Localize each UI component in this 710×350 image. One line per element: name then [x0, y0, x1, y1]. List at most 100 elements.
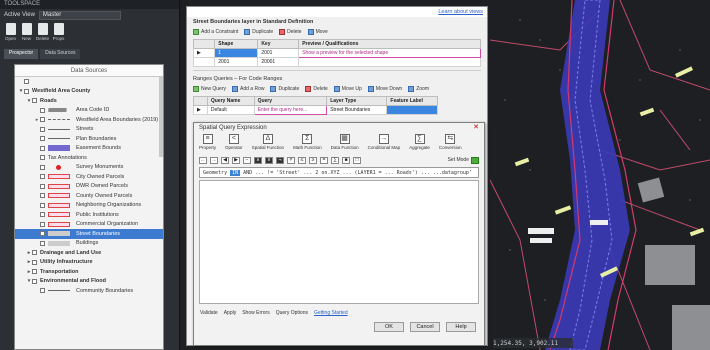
open-button[interactable]: Open — [4, 23, 17, 45]
operator-button[interactable]: ∑ — [331, 156, 339, 164]
tree-item[interactable]: ▾ Westfield Area County — [15, 87, 163, 97]
close-icon[interactable]: ✕ — [473, 124, 479, 131]
tree-item[interactable]: ▾ Environmental and Flood — [15, 277, 163, 287]
expression-input[interactable]: Geometry IN AND ... != 'Street' ... 2 on… — [199, 167, 479, 178]
visibility-checkbox[interactable] — [40, 155, 45, 161]
visibility-checkbox[interactable] — [24, 79, 29, 85]
tree-item[interactable]: County Owned Parcels — [15, 191, 163, 201]
visibility-checkbox[interactable] — [40, 145, 45, 151]
operator-button[interactable]: ∨ — [265, 156, 273, 164]
column-header[interactable]: Preview / Qualifications — [298, 39, 481, 49]
table-cell[interactable]: Enter the query here... — [253, 105, 328, 115]
table-row[interactable]: ▶ 1 2001 Show a preview for the selected sh… — [192, 48, 481, 58]
toolbar-button[interactable]: New Query — [193, 86, 226, 92]
prospector-scrollbar[interactable] — [159, 77, 163, 157]
query-options[interactable]: Query Options — [276, 310, 308, 316]
table-cell[interactable]: 2001 — [257, 48, 300, 58]
getting-started-link[interactable]: Getting Started — [314, 310, 348, 316]
table-cell[interactable]: 2001 — [214, 57, 259, 67]
help-link[interactable]: Learn about views — [438, 9, 483, 15]
toolbar-button[interactable]: Zoom — [408, 86, 429, 92]
conversion-tool[interactable]: ⇆ Conversion — [439, 134, 462, 154]
visibility-checkbox[interactable] — [32, 269, 37, 275]
tree-item[interactable]: Easement Bounds — [15, 144, 163, 154]
table-cell[interactable]: ▶ — [193, 105, 208, 115]
tree-item[interactable]: DWR Owned Parcels — [15, 182, 163, 192]
visibility-checkbox[interactable] — [40, 107, 45, 113]
toolbar-button[interactable]: Delete — [279, 29, 302, 35]
show-errors-option[interactable]: Show Errors — [242, 310, 270, 316]
tree-item[interactable]: Tax Annotations — [15, 153, 163, 163]
table-cell[interactable]: 20001 — [257, 57, 300, 67]
table-row[interactable]: 2001 20001 — [192, 57, 481, 67]
table-row[interactable]: ▶ Default Enter the query here... Street Bo… — [193, 105, 438, 115]
visibility-checkbox[interactable] — [40, 174, 45, 180]
tree-item[interactable] — [15, 77, 163, 87]
table-cell[interactable]: Default — [206, 105, 255, 115]
column-header[interactable]: Query Name — [206, 96, 255, 106]
properties-button[interactable]: Props — [52, 23, 65, 45]
tree-item[interactable]: Buildings — [15, 239, 163, 249]
operator-button[interactable]: ◀ — [221, 156, 229, 164]
visibility-checkbox[interactable] — [40, 221, 45, 227]
tree-item[interactable]: City Owned Parcels — [15, 172, 163, 182]
column-header[interactable] — [193, 96, 208, 106]
operator-button[interactable]: ← — [199, 156, 207, 164]
toolbar-button[interactable]: Add a Constraint — [193, 29, 238, 35]
operator-button[interactable]: ≠ — [287, 156, 295, 164]
visibility-checkbox[interactable] — [40, 136, 45, 142]
visibility-checkbox[interactable] — [40, 288, 45, 294]
new-button[interactable]: New — [20, 23, 33, 45]
tree-item[interactable]: Survey Monuments — [15, 163, 163, 173]
tree-item[interactable]: Public Institutions — [15, 210, 163, 220]
table-cell[interactable] — [298, 57, 481, 67]
visibility-checkbox[interactable] — [40, 164, 45, 170]
visibility-checkbox[interactable] — [40, 117, 45, 123]
visibility-checkbox[interactable] — [32, 278, 37, 284]
apply-option[interactable]: Apply — [224, 310, 237, 316]
column-header[interactable]: Query — [253, 96, 328, 106]
table-cell[interactable] — [386, 105, 438, 115]
visibility-checkbox[interactable] — [40, 202, 45, 208]
visibility-checkbox[interactable] — [40, 193, 45, 199]
tree-item[interactable]: Streets — [15, 125, 163, 135]
column-header[interactable]: Feature Label — [386, 96, 438, 106]
toolbar-button[interactable]: Duplicate — [244, 29, 273, 35]
data-function-tool[interactable]: ▦ Data Function — [331, 134, 359, 154]
visibility-checkbox[interactable] — [40, 240, 45, 246]
set-mode[interactable]: Set Mode — [448, 156, 479, 164]
property-tool[interactable]: ≡ Property — [199, 134, 216, 154]
expression-token[interactable]: IN — [230, 170, 241, 176]
tree-item[interactable]: ▸ Drainage and Land Use — [15, 248, 163, 258]
operator-button[interactable]: = — [320, 156, 328, 164]
column-header[interactable]: Layer Type — [326, 96, 388, 106]
operator-button[interactable]: □ — [353, 156, 361, 164]
visibility-checkbox[interactable] — [40, 231, 45, 237]
visibility-checkbox[interactable] — [24, 88, 29, 94]
toolbar-button[interactable]: Delete — [305, 86, 328, 92]
tree-item[interactable]: Community Boundaries — [15, 286, 163, 296]
toolbar-button[interactable]: Move Down — [367, 86, 402, 92]
column-header[interactable] — [192, 39, 216, 49]
ok-button[interactable]: OK — [374, 322, 404, 332]
tree-item[interactable]: Neighboring Organizations — [15, 201, 163, 211]
expression-editor-area[interactable] — [199, 180, 479, 304]
visibility-checkbox[interactable] — [32, 250, 37, 256]
operator-button[interactable]: ¬ — [276, 156, 284, 164]
operator-button[interactable]: ∧ — [254, 156, 262, 164]
column-header[interactable]: Key — [257, 39, 300, 49]
operator-button[interactable]: ■ — [342, 156, 350, 164]
operator-button[interactable]: − — [243, 156, 251, 164]
toolbar-button[interactable]: Move Up — [333, 86, 362, 92]
visibility-checkbox[interactable] — [40, 183, 45, 189]
operator-button[interactable]: ≤ — [298, 156, 306, 164]
tree-item[interactable]: ▸ Westfield Area Boundaries (2019) — [15, 115, 163, 125]
tree-item[interactable]: Plan Boundaries — [15, 134, 163, 144]
tree-item[interactable]: ▾ Roads — [15, 96, 163, 106]
operator-tool[interactable]: < Operator — [225, 134, 243, 154]
set-mode-icon[interactable] — [471, 156, 479, 164]
tab-prospector[interactable]: Prospector — [4, 49, 39, 59]
validate-option[interactable]: Validate — [200, 310, 218, 316]
table-cell[interactable]: 1 — [214, 48, 259, 58]
toolbar-button[interactable]: Duplicate — [270, 86, 299, 92]
